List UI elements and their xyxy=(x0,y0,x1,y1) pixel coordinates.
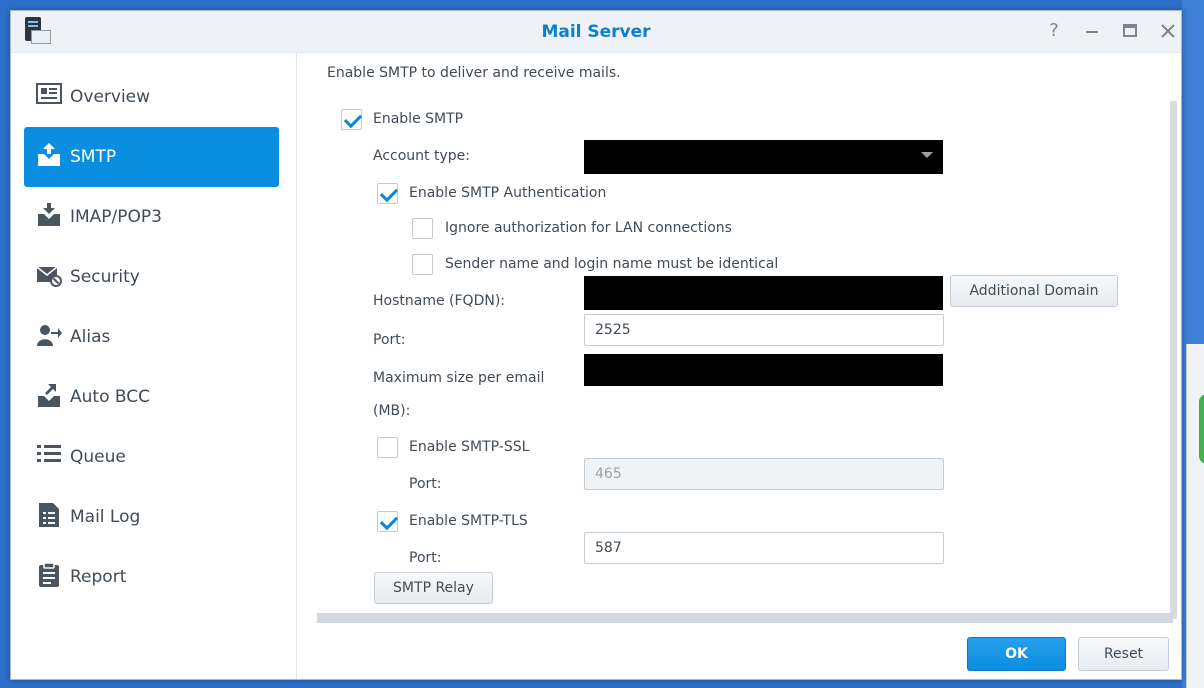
sidebar-item-label: IMAP/POP3 xyxy=(70,207,162,227)
vertical-scrollbar[interactable] xyxy=(1170,101,1177,619)
ok-button[interactable]: OK xyxy=(967,637,1066,671)
enable-smtp-ssl-label: Enable SMTP-SSL xyxy=(409,439,530,455)
max-size-label-line1: Maximum size per email xyxy=(373,370,545,386)
hostname-field[interactable] xyxy=(584,276,943,310)
ssl-port-label: Port: xyxy=(409,476,442,492)
sender-identical-label: Sender name and login name must be ident… xyxy=(445,256,779,272)
enable-smtp-tls-checkbox[interactable] xyxy=(377,511,398,532)
sidebar-item-label: Mail Log xyxy=(70,507,141,527)
mail-server-window: Mail Server ? Overview SMTP IMAP/POP3 Se… xyxy=(10,10,1182,680)
dialog-footer: OK Reset xyxy=(298,627,1181,679)
sidebar-item-auto-bcc[interactable]: Auto BCC xyxy=(24,367,279,427)
enable-smtp-ssl-checkbox[interactable] xyxy=(377,437,398,458)
port-label: Port: xyxy=(373,332,406,348)
sender-identical-checkbox[interactable] xyxy=(412,254,433,275)
ignore-lan-auth-checkbox[interactable] xyxy=(412,218,433,239)
sidebar-item-label: Report xyxy=(70,567,127,587)
ssl-port-field[interactable]: 465 xyxy=(584,458,944,490)
title-bar: Mail Server ? xyxy=(11,11,1181,53)
sidebar-item-smtp[interactable]: SMTP xyxy=(24,127,279,187)
sidebar-item-label: Overview xyxy=(70,87,151,107)
minimize-icon[interactable] xyxy=(1081,20,1103,42)
sidebar: Overview SMTP IMAP/POP3 Security Alias A… xyxy=(11,53,297,679)
ignore-lan-auth-label: Ignore authorization for LAN connections xyxy=(445,220,732,236)
account-type-label: Account type: xyxy=(373,148,470,164)
imap-icon xyxy=(34,202,64,232)
enable-smtp-label: Enable SMTP xyxy=(373,111,464,127)
security-icon xyxy=(34,262,64,292)
additional-domain-button[interactable]: Additional Domain xyxy=(950,275,1118,307)
close-icon[interactable] xyxy=(1157,20,1179,42)
window-title: Mail Server xyxy=(541,22,651,42)
background-window xyxy=(1186,344,1204,688)
enable-smtp-auth-label: Enable SMTP Authentication xyxy=(409,185,607,201)
sidebar-item-label: Auto BCC xyxy=(70,387,150,407)
sidebar-item-mail-log[interactable]: Mail Log xyxy=(24,487,279,547)
enable-smtp-tls-label: Enable SMTP-TLS xyxy=(409,513,528,529)
smtp-port-field[interactable]: 2525 xyxy=(584,314,944,346)
report-icon xyxy=(34,562,64,592)
sidebar-item-overview[interactable]: Overview xyxy=(24,67,279,127)
hostname-label: Hostname (FQDN): xyxy=(373,293,505,309)
sidebar-item-label: Alias xyxy=(70,327,111,347)
reset-button[interactable]: Reset xyxy=(1078,637,1169,671)
enable-smtp-auth-checkbox[interactable] xyxy=(377,183,398,204)
smtp-icon xyxy=(34,142,64,172)
max-size-label-line2: (MB): xyxy=(373,403,411,419)
alias-icon xyxy=(34,322,64,352)
tls-port-label: Port: xyxy=(409,550,442,566)
horizontal-scrollbar[interactable] xyxy=(317,613,1173,623)
queue-icon xyxy=(34,442,64,472)
chevron-down-icon xyxy=(921,152,933,158)
auto-bcc-icon xyxy=(34,382,64,412)
sidebar-item-label: Security xyxy=(70,267,140,287)
account-type-select[interactable] xyxy=(584,140,943,174)
enable-smtp-checkbox[interactable] xyxy=(341,109,362,130)
max-size-field[interactable] xyxy=(584,354,943,386)
sidebar-item-label: Queue xyxy=(70,447,126,467)
tls-port-field[interactable]: 587 xyxy=(584,532,944,564)
overview-icon xyxy=(34,82,64,112)
sidebar-item-alias[interactable]: Alias xyxy=(24,307,279,367)
sidebar-item-report[interactable]: Report xyxy=(24,547,279,607)
sidebar-item-label: SMTP xyxy=(70,147,117,167)
smtp-settings-panel: Enable SMTP to deliver and receive mails… xyxy=(298,53,1181,679)
background-status-indicator xyxy=(1199,394,1204,464)
smtp-relay-button[interactable]: SMTP Relay xyxy=(374,572,493,604)
maximize-icon[interactable] xyxy=(1119,20,1141,42)
smtp-description: Enable SMTP to deliver and receive mails… xyxy=(327,65,621,81)
mail-log-icon xyxy=(34,502,64,532)
sidebar-item-security[interactable]: Security xyxy=(24,247,279,307)
sidebar-item-imap-pop3[interactable]: IMAP/POP3 xyxy=(24,187,279,247)
help-icon[interactable]: ? xyxy=(1043,20,1065,42)
sidebar-item-queue[interactable]: Queue xyxy=(24,427,279,487)
